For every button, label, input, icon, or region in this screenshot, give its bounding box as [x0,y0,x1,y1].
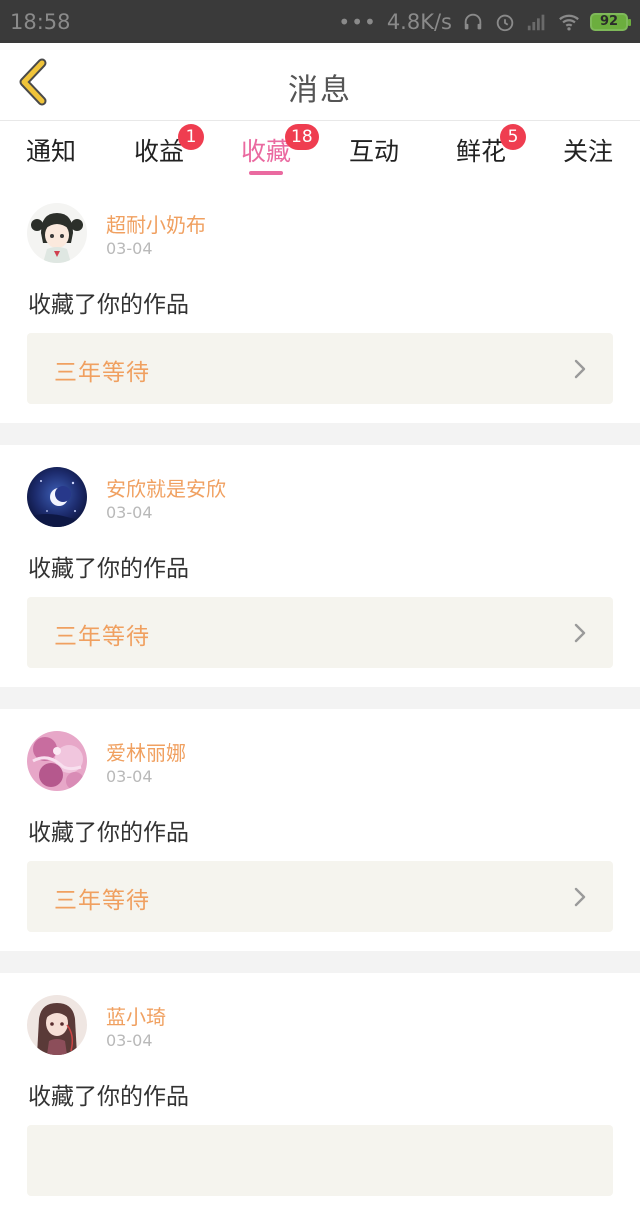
avatar[interactable] [27,203,87,263]
divider [0,951,640,973]
tab-flowers[interactable]: 鲜花 5 [456,124,526,168]
chevron-right-icon [574,359,586,379]
divider [0,687,640,709]
divider [0,423,640,445]
headset-icon [464,13,482,29]
timestamp: 03-04 [106,1031,153,1050]
list-item: 蓝小琦 03-04 收藏了你的作品 [0,973,640,1215]
work-link[interactable]: 三年等待 [27,333,613,404]
work-title: 三年等待 [54,624,150,650]
tab-label: 收藏 [241,137,292,166]
status-time: 18:58 [10,9,71,34]
list-item: 安欣就是安欣 03-04 收藏了你的作品 三年等待 [0,445,640,687]
tab-label: 收益 [134,137,185,166]
work-link[interactable]: 三年等待 [27,597,613,668]
avatar[interactable] [27,467,87,527]
message-feed: 超耐小奶布 03-04 收藏了你的作品 三年等待 安欣就是安欣 03-04 收藏… [0,181,640,1215]
avatar[interactable] [27,995,87,1055]
tab-label: 鲜花 [456,137,507,166]
avatar[interactable] [27,731,87,791]
action-text: 收藏了你的作品 [28,1084,189,1110]
work-title: 三年等待 [54,888,150,914]
signal-icon [527,14,545,30]
username[interactable]: 安欣就是安欣 [106,473,226,502]
status-dots: ••• [338,9,377,34]
count-badge: 18 [285,124,319,150]
timestamp: 03-04 [106,767,153,786]
timestamp: 03-04 [106,239,153,258]
app-header: 消息 [0,43,640,121]
username[interactable]: 蓝小琦 [106,1001,166,1030]
tab-label: 互动 [349,137,400,166]
pink-floral-avatar-icon [27,731,87,791]
count-badge: 1 [178,124,204,150]
tab-notice[interactable]: 通知 [26,132,76,168]
chevron-right-icon [574,623,586,643]
long-hair-girl-avatar-icon [27,995,87,1055]
action-text: 收藏了你的作品 [28,292,189,318]
action-text: 收藏了你的作品 [28,556,189,582]
count-badge: 5 [500,124,526,150]
chevron-right-icon [574,887,586,907]
tab-label: 关注 [563,137,614,166]
battery-level: 92 [599,14,619,29]
status-right: ••• 4.8K/s 92 [338,9,631,34]
moon-night-avatar-icon [27,467,87,527]
work-link[interactable] [27,1125,613,1196]
list-item: 超耐小奶布 03-04 收藏了你的作品 三年等待 [0,181,640,423]
tab-interaction[interactable]: 互动 [349,132,399,168]
username[interactable]: 超耐小奶布 [106,209,206,238]
work-link[interactable]: 三年等待 [27,861,613,932]
anime-girl-avatar-icon [27,203,87,263]
page-title: 消息 [288,73,352,108]
network-speed: 4.8K/s [386,9,452,34]
tab-bar: 通知 收益 1 收藏 18 互动 鲜花 5 关注 [0,122,640,180]
alarm-icon [496,14,514,31]
username[interactable]: 爱林丽娜 [106,737,186,766]
tab-label: 通知 [26,137,77,166]
status-bar: 18:58 ••• 4.8K/s 92 [0,0,640,43]
tab-income[interactable]: 收益 1 [134,124,204,168]
action-text: 收藏了你的作品 [28,820,189,846]
wifi-icon [559,14,579,31]
tab-follow[interactable]: 关注 [563,132,613,168]
active-tab-indicator [249,171,283,175]
list-item: 爱林丽娜 03-04 收藏了你的作品 三年等待 [0,709,640,951]
battery-icon: 92 [590,12,631,31]
tab-favorites[interactable]: 收藏 18 [241,124,319,168]
timestamp: 03-04 [106,503,153,522]
work-title: 三年等待 [54,360,150,386]
